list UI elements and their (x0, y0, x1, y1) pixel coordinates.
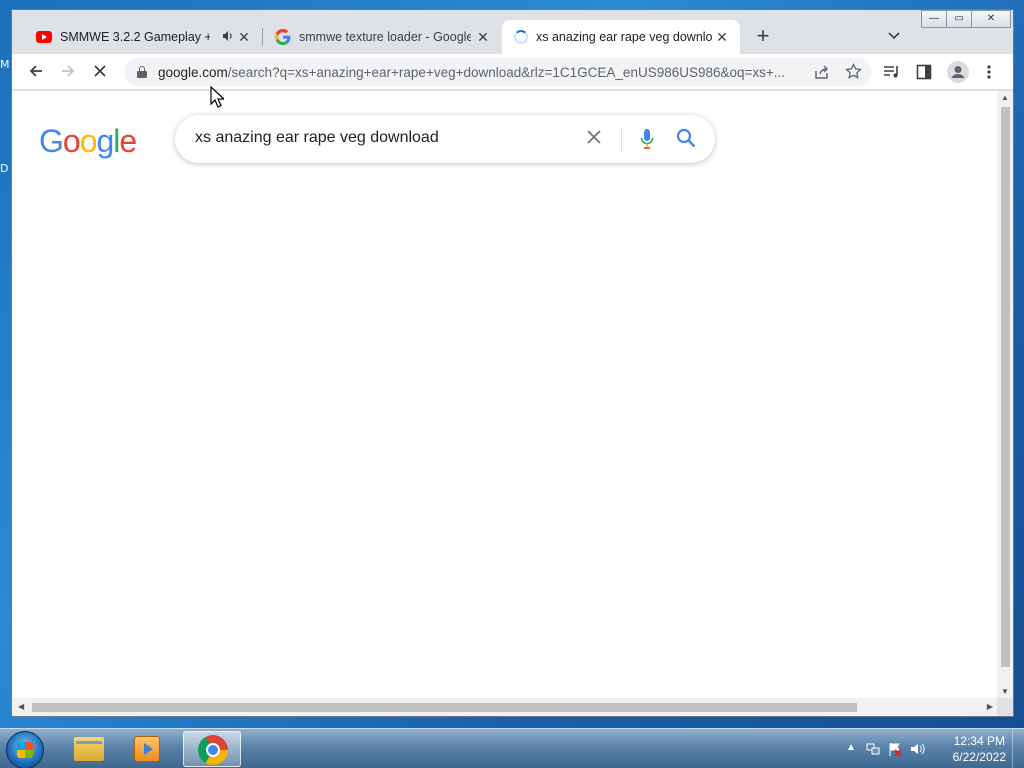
tab-title: SMMWE 3.2.2 Gameplay + D (60, 30, 210, 44)
lock-icon[interactable] (137, 66, 147, 78)
scroll-right-arrow-icon[interactable]: ▶ (987, 702, 993, 711)
back-button[interactable] (26, 62, 46, 82)
scroll-up-arrow-icon[interactable]: ▲ (1001, 93, 1009, 102)
logo-letter: o (79, 123, 98, 159)
google-logo[interactable]: Google (39, 123, 137, 160)
tab-smmwe-texture-loader[interactable]: smmwe texture loader - Google S ✕ (263, 20, 501, 54)
tab-search-chevron-icon[interactable] (886, 27, 902, 43)
forward-button[interactable] (58, 62, 78, 82)
minimize-button[interactable]: — (921, 10, 947, 28)
folder-icon (74, 737, 104, 761)
back-arrow-icon (29, 65, 42, 77)
forward-arrow-icon (62, 65, 75, 77)
close-tab-icon[interactable]: ✕ (236, 29, 252, 45)
logo-letter: e (119, 123, 137, 159)
google-icon (275, 29, 291, 45)
mouse-cursor-icon (210, 86, 224, 108)
network-icon[interactable] (866, 742, 880, 756)
stop-loading-button[interactable] (90, 62, 110, 82)
tab-smmwe-gameplay[interactable]: SMMWE 3.2.2 Gameplay + D ✕ (24, 20, 262, 54)
more-menu-icon[interactable] (983, 64, 995, 80)
browser-toolbar: google.com/search?q=xs+anazing+ear+rape+… (12, 54, 1013, 90)
taskbar-google-chrome[interactable] (183, 731, 241, 767)
tab-title: smmwe texture loader - Google S (299, 30, 471, 44)
url-host: google.com (158, 64, 228, 80)
taskbar-media-player[interactable] (120, 731, 178, 767)
search-input[interactable]: xs anazing ear rape veg download (195, 129, 439, 147)
close-tab-icon[interactable]: ✕ (475, 29, 491, 45)
start-button[interactable] (6, 731, 44, 768)
maximize-button[interactable]: ▭ (946, 10, 972, 28)
system-clock[interactable]: 12:34 PM 6/22/2022 (953, 733, 1006, 765)
tab-xs-anazing[interactable]: xs anazing ear rape veg downloa ✕ (502, 20, 740, 54)
clock-time: 12:34 PM (953, 734, 1005, 748)
close-tab-icon[interactable]: ✕ (714, 29, 730, 45)
loading-spinner-icon (514, 30, 528, 44)
horizontal-scrollbar[interactable]: ◀ ▶ (12, 698, 997, 716)
system-tray: ▲ 12:34 PM 6/22/2022 (834, 729, 1024, 768)
close-window-button[interactable]: ✕ (971, 10, 1011, 28)
share-icon[interactable] (814, 64, 830, 80)
search-box[interactable]: xs anazing ear rape veg download (175, 115, 715, 163)
browser-window: SMMWE 3.2.2 Gameplay + D ✕ smmwe texture… (11, 9, 1014, 717)
person-icon (951, 66, 965, 78)
url-text[interactable]: google.com/search?q=xs+anazing+ear+rape+… (158, 65, 808, 80)
show-desktop-button[interactable] (1012, 729, 1024, 768)
side-panel-icon[interactable] (916, 64, 932, 80)
youtube-icon (36, 31, 52, 43)
logo-letter: g (96, 123, 114, 159)
scroll-down-arrow-icon[interactable]: ▼ (1001, 687, 1009, 696)
volume-icon[interactable] (910, 742, 926, 756)
vertical-scrollbar[interactable]: ▲ ▼ (997, 91, 1013, 698)
tab-title: xs anazing ear rape veg downloa (536, 30, 712, 44)
page-viewport (12, 91, 997, 698)
clock-date: 6/22/2022 (952, 750, 1006, 764)
search-icon[interactable] (675, 127, 697, 149)
media-player-icon (134, 736, 160, 762)
tab-strip: SMMWE 3.2.2 Gameplay + D ✕ smmwe texture… (12, 10, 1013, 54)
search-divider (621, 127, 622, 153)
window-controls: — ▭ ✕ (921, 10, 1011, 28)
logo-letter: o (62, 123, 81, 159)
bookmark-star-icon[interactable] (845, 63, 862, 80)
desktop-icon-label: D (0, 162, 9, 175)
audio-icon[interactable] (222, 30, 234, 45)
clear-search-button[interactable] (585, 127, 603, 151)
url-path: /search?q=xs+anazing+ear+rape+veg+downlo… (227, 64, 786, 80)
logo-letter: G (39, 123, 64, 159)
clear-icon (587, 130, 601, 144)
action-center-flag-icon[interactable] (888, 742, 902, 756)
show-hidden-icons-icon[interactable]: ▲ (846, 742, 856, 753)
media-controls-icon[interactable] (883, 64, 901, 80)
chrome-icon (198, 735, 228, 765)
desktop-icon-label: M (0, 58, 10, 71)
taskbar: ▲ 12:34 PM 6/22/2022 (0, 728, 1024, 768)
taskbar-file-explorer[interactable] (60, 731, 118, 767)
scroll-left-arrow-icon[interactable]: ◀ (18, 702, 24, 711)
new-tab-button[interactable]: + (753, 25, 773, 47)
address-bar[interactable]: google.com/search?q=xs+anazing+ear+rape+… (124, 58, 872, 86)
stop-icon (94, 65, 106, 77)
horizontal-scroll-thumb[interactable] (32, 703, 857, 712)
microphone-icon[interactable] (639, 127, 655, 151)
profile-avatar[interactable] (947, 61, 969, 83)
vertical-scroll-thumb[interactable] (1001, 107, 1010, 667)
